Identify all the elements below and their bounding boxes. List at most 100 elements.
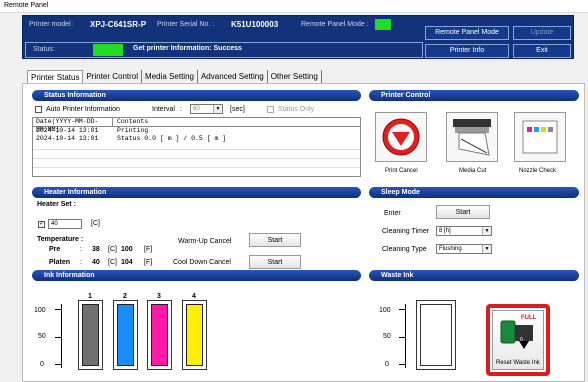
temperature-label: Temperature :: [37, 236, 84, 243]
ink-tick-50: 50: [38, 333, 46, 340]
reset-waste-ink-button[interactable]: 0 FULL Reset Waste Ink: [492, 310, 544, 370]
warmup-cancel-label: Warm-Up Cancel: [178, 238, 232, 245]
interval-separator: :: [180, 106, 182, 113]
sleep-mode-header: Sleep Mode: [369, 187, 579, 198]
waste-tick-0: 0: [385, 361, 389, 368]
sleep-start-button[interactable]: Start: [436, 205, 490, 219]
waste-tick-100: 100: [379, 307, 391, 314]
cooldown-cancel-label: Cool Down Cancel: [173, 259, 231, 266]
status-log-header: Date(YYYY-MM-DD-HH:MM) Contents: [33, 118, 360, 133]
panel-mode-indicator: [375, 19, 391, 30]
nozzle-check-button[interactable]: [514, 112, 566, 162]
ink-bar: [113, 300, 138, 370]
interval-label: Interval: [152, 106, 175, 113]
media-cut-button[interactable]: [446, 112, 498, 162]
update-button[interactable]: Update: [513, 26, 571, 40]
col-date: Date(YYYY-MM-DD-HH:MM): [33, 118, 113, 133]
svg-text:0: 0: [520, 337, 523, 343]
pre-f-unit: [F]: [144, 246, 153, 253]
waste-ink-bar: [416, 300, 456, 370]
nozzle-check-label: Nozzle Check: [519, 168, 557, 174]
pre-celsius: 38: [92, 246, 100, 253]
stop-icon: [382, 118, 420, 156]
remote-panel-mode-button[interactable]: Remote Panel Mode: [425, 26, 509, 40]
heater-set-input[interactable]: 40: [48, 219, 82, 229]
warmup-start-button[interactable]: Start: [249, 233, 301, 247]
heater-set-label: Heater Set :: [37, 201, 76, 208]
printer-model-value: XPJ-C641SR-P: [90, 20, 147, 29]
ink-bar-label: 4: [192, 293, 196, 300]
ink-bar-fill: [186, 304, 203, 366]
tab-bar: Printer Status Printer Control Media Set…: [27, 70, 322, 83]
status-message: Get printer Information: Success: [133, 45, 242, 52]
ink-bar-fill: [117, 304, 134, 366]
printer-model-label: Printer model :: [29, 21, 75, 28]
row-content: Status 0.0 [ m ] / 0.5 [ m ]: [117, 135, 227, 142]
serial-label: Printer Serial No. :: [157, 21, 215, 28]
tab-printer-control[interactable]: Printer Control: [83, 70, 143, 83]
cleaning-timer-value: 8 [h]: [439, 228, 451, 234]
printer-info-bar: Printer model : XPJ-C641SR-P Printer Ser…: [22, 15, 574, 59]
col-contents: Contents: [117, 118, 149, 125]
status-only-label: Status Only: [278, 106, 315, 113]
ink-bar-fill: [82, 304, 99, 366]
table-row[interactable]: 2024-10-14 13:01 Printing: [33, 127, 360, 135]
print-cancel-label: Print Cancel: [385, 168, 418, 174]
pre-fahrenheit: 100: [121, 246, 133, 253]
ink-tick-0: 0: [40, 361, 44, 368]
ink-bar-label: 1: [88, 293, 92, 300]
sleep-enter-label: Enter: [384, 210, 401, 217]
table-row[interactable]: 2024-10-14 13:01 Status 0.0 [ m ] / 0.5 …: [33, 135, 360, 143]
pre-separator: :: [80, 246, 82, 253]
cleaning-timer-label: Cleaning Timer: [382, 228, 430, 235]
platen-separator: :: [80, 259, 82, 266]
interval-value: 60: [193, 106, 200, 112]
serial-value: K51U100003: [231, 20, 279, 29]
ink-axis: [61, 304, 62, 368]
ink-bar-fill: [151, 304, 168, 366]
print-cancel-button[interactable]: [375, 112, 427, 162]
status-indicator: [93, 44, 123, 56]
interval-select[interactable]: 60 ▼: [190, 104, 223, 114]
heater-set-checkbox[interactable]: ✓: [38, 221, 45, 228]
platen-fahrenheit: 104: [121, 259, 133, 266]
tab-media-setting[interactable]: Media Setting: [142, 70, 198, 83]
row-date: 2024-10-14 13:01: [36, 135, 99, 142]
platen-celsius: 40: [92, 259, 100, 266]
status-only-checkbox[interactable]: [267, 106, 274, 113]
row-content: Printing: [117, 127, 149, 134]
status-info-header: Status Information: [32, 90, 361, 101]
ink-tick-100: 100: [34, 307, 46, 314]
auto-info-checkbox[interactable]: [35, 106, 42, 113]
chevron-down-icon: ▼: [482, 245, 491, 253]
printer-control-header: Printer Control: [369, 90, 579, 101]
platen-c-unit: [C]: [108, 259, 117, 266]
printer-info-button[interactable]: Printer Info: [425, 44, 509, 58]
cutter-icon: [453, 119, 491, 156]
heater-info-header: Heater Information: [32, 187, 361, 198]
cleaning-type-select[interactable]: Flushing ▼: [436, 244, 492, 254]
cleaning-type-label: Cleaning Type: [382, 246, 427, 253]
row-date: 2024-10-14 13:01: [36, 127, 99, 134]
status-label: Status:: [33, 46, 55, 53]
interval-unit: [sec]: [230, 106, 245, 113]
status-log-table: Date(YYYY-MM-DD-HH:MM) Contents 2024-10-…: [32, 117, 361, 177]
waste-full-label: FULL: [521, 315, 537, 321]
pre-label: Pre: [49, 246, 61, 253]
tab-printer-status[interactable]: Printer Status: [27, 70, 84, 83]
tab-advanced-setting[interactable]: Advanced Setting: [198, 70, 268, 83]
ink-bar: [147, 300, 172, 370]
pre-c-unit: [C]: [108, 246, 117, 253]
chevron-down-icon: ▼: [213, 105, 222, 113]
ink-bar: [78, 300, 103, 370]
media-cut-label: Media Cut: [459, 168, 487, 174]
ink-info-header: Ink Information: [32, 270, 361, 281]
tab-other-setting[interactable]: Other Setting: [268, 70, 322, 83]
cleaning-type-value: Flushing: [439, 246, 462, 252]
cooldown-start-button[interactable]: Start: [249, 255, 301, 269]
reset-waste-label: Reset Waste Ink: [496, 360, 540, 366]
exit-button[interactable]: Exit: [513, 44, 571, 58]
waste-tick-50: 50: [383, 333, 391, 340]
nozzle-pattern-icon: [522, 120, 558, 154]
cleaning-timer-select[interactable]: 8 [h] ▼: [436, 226, 492, 236]
